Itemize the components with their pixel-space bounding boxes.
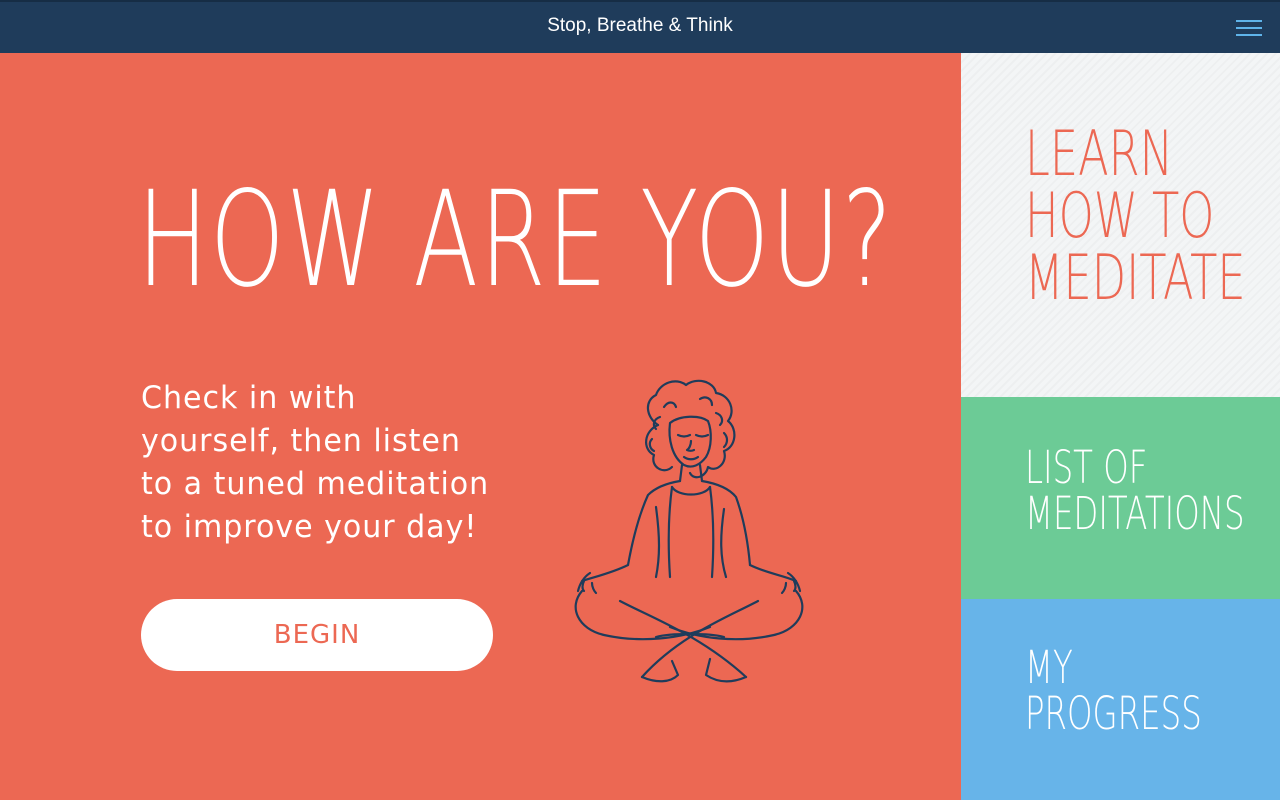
learn-to-meditate-tile[interactable]: LEARN HOW TO MEDITATE: [961, 53, 1280, 397]
learn-tile-label: LEARN HOW TO MEDITATE: [1025, 123, 1246, 309]
learn-tile-line: HOW TO: [1025, 179, 1215, 252]
intro-line: to improve your day!: [141, 509, 478, 545]
my-progress-tile[interactable]: MY PROGRESS: [961, 599, 1280, 800]
list-tile-label: LIST OF MEDITATIONS: [1025, 445, 1245, 537]
app-title: Stop, Breathe & Think: [547, 15, 733, 36]
list-tile-line: LIST OF: [1025, 441, 1148, 494]
intro-text: Check in with yourself, then listen to a…: [141, 377, 510, 549]
intro-line: yourself, then listen: [141, 423, 461, 459]
progress-tile-line: PROGRESS: [1025, 687, 1202, 740]
hamburger-menu-icon[interactable]: [1236, 14, 1264, 40]
meditating-person-icon: [574, 379, 804, 683]
progress-tile-line: MY: [1025, 641, 1073, 694]
app-root: Stop, Breathe & Think HOW ARE YOU? Check…: [0, 0, 1280, 800]
list-of-meditations-tile[interactable]: LIST OF MEDITATIONS: [961, 397, 1280, 599]
progress-tile-label: MY PROGRESS: [1025, 645, 1202, 737]
intro-line: to a tuned meditation: [141, 466, 490, 502]
begin-button[interactable]: BEGIN: [141, 599, 493, 671]
check-in-panel: HOW ARE YOU? Check in with yourself, the…: [0, 53, 961, 800]
intro-line: Check in with: [141, 380, 357, 416]
learn-tile-line: MEDITATE: [1025, 241, 1246, 314]
page-title: HOW ARE YOU?: [137, 163, 894, 317]
learn-tile-line: LEARN: [1025, 117, 1174, 190]
list-tile-line: MEDITATIONS: [1025, 487, 1245, 540]
top-app-bar: Stop, Breathe & Think: [0, 0, 1280, 53]
